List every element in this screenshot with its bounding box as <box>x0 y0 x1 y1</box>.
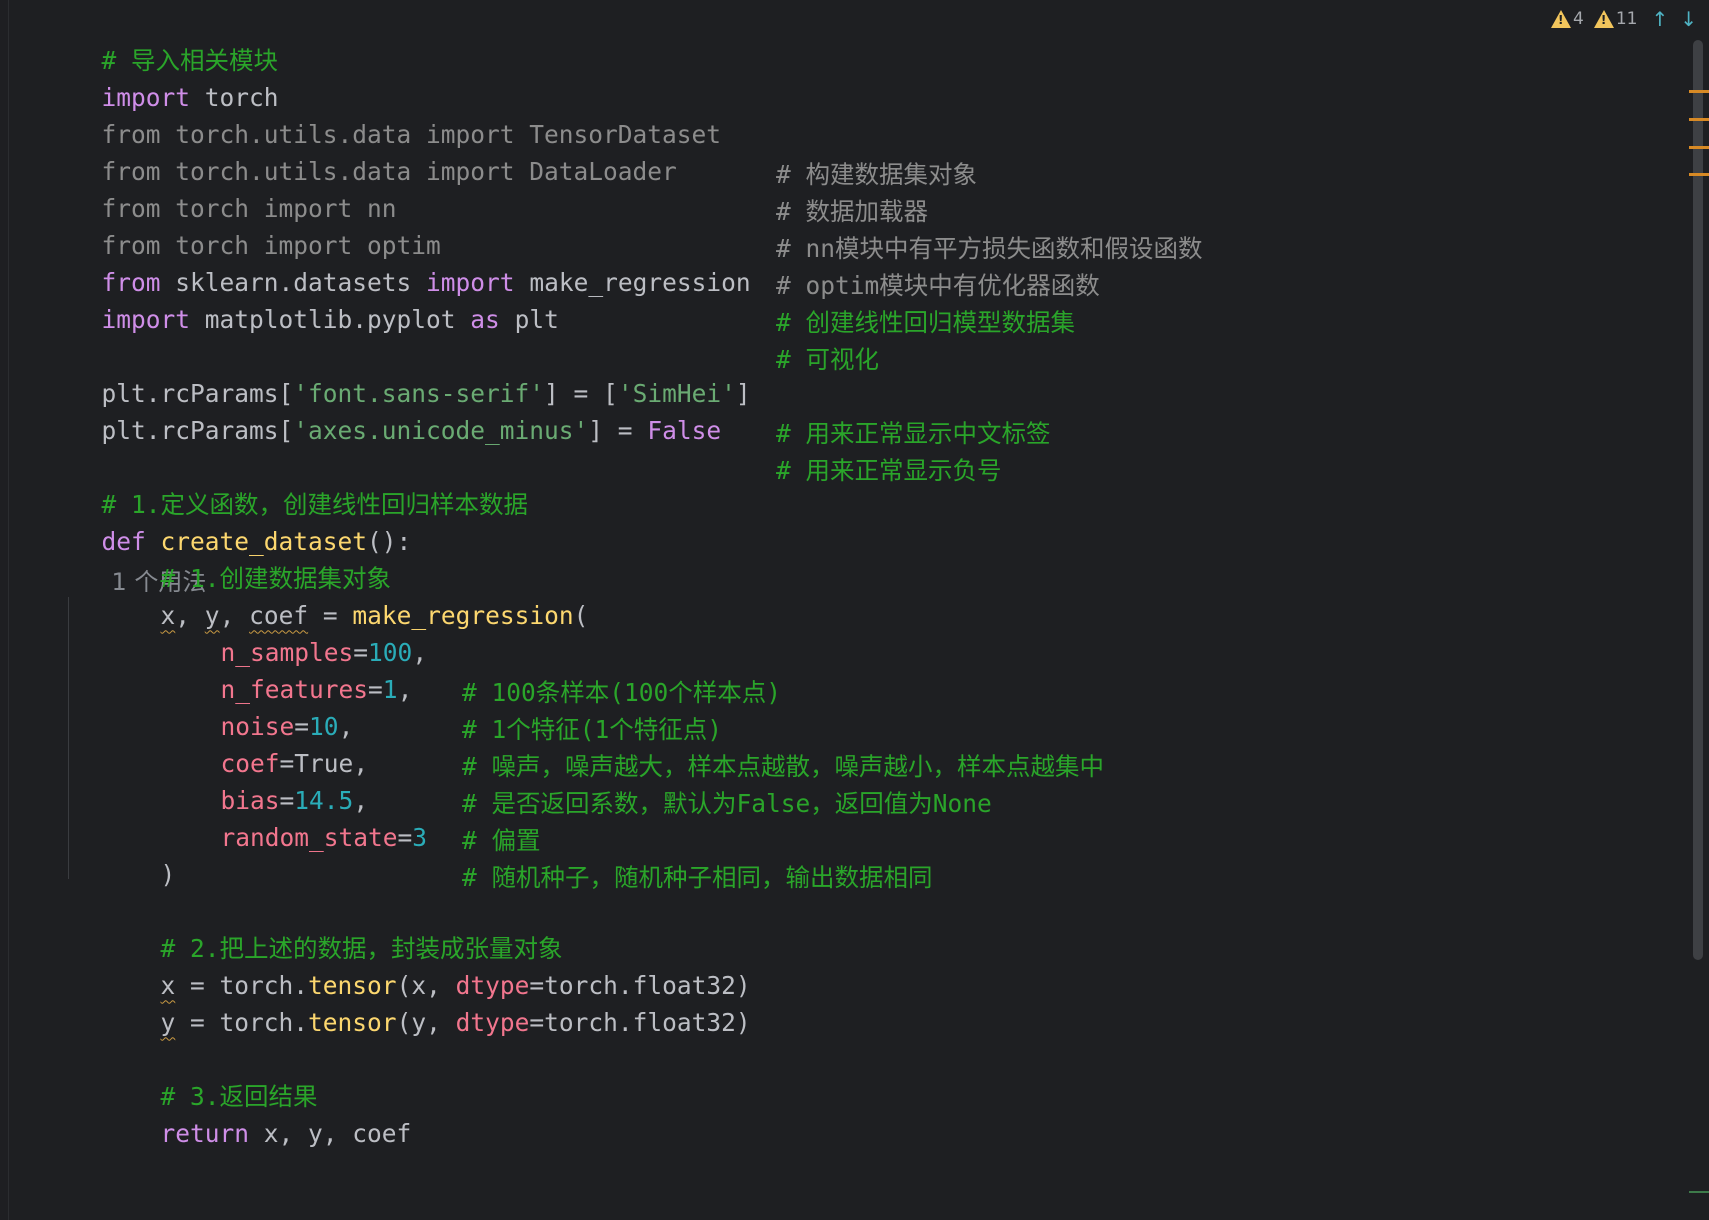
change-marker[interactable] <box>1689 1191 1709 1193</box>
code-text: = <box>397 822 413 852</box>
scrollbar-thumb[interactable] <box>1693 40 1703 960</box>
comment: # 是否返回系数，默认为False，返回值为None <box>462 789 992 818</box>
code-text: , <box>412 637 428 667</box>
code-line: return x, y, coef <box>72 1073 412 1148</box>
code-text: x, y, coef <box>249 1118 412 1148</box>
warning-marker[interactable] <box>1689 90 1709 93</box>
code-line: from torch.utils.data import DataLoader … <box>13 111 928 227</box>
arrow-up-icon[interactable]: ↑ <box>1647 7 1672 31</box>
code-text: plt.rcParams[ <box>101 415 294 445</box>
code-line: n_features=1, # 1个特征(1个特征点) <box>132 629 723 745</box>
code-text: = <box>368 674 383 704</box>
indent-guide <box>68 597 69 879</box>
keyword: as <box>470 304 500 334</box>
code-line: # 1.创建数据集对象 <box>72 518 392 593</box>
code-line: # 2.把上述的数据，封装成张量对象 <box>72 888 563 963</box>
comment: # 可视化 <box>776 345 880 374</box>
comment: # 创建线性回归模型数据集 <box>776 308 1075 337</box>
number-literal: 1 <box>382 674 398 704</box>
number-literal: 3 <box>412 822 428 852</box>
warning-marker[interactable] <box>1689 173 1709 176</box>
parameter: dtype <box>455 1007 530 1037</box>
comment: # 100条样本(100个样本点) <box>462 678 782 707</box>
comment: # 用来正常显示负号 <box>776 456 1002 485</box>
parameter: random_state <box>220 822 398 852</box>
comment: # 噪声，噪声越大，样本点越散，噪声越小，样本点越集中 <box>462 752 1104 781</box>
code-text: plt <box>499 304 559 334</box>
vertical-scrollbar[interactable] <box>1687 0 1709 1220</box>
comment: # nn模块中有平方损失函数和假设函数 <box>776 234 1203 263</box>
comment: # 数据加载器 <box>776 197 928 226</box>
keyword: return <box>160 1118 250 1148</box>
code-line: y = torch.tensor(y, dtype=torch.float32) <box>72 962 751 1037</box>
editor-gutter <box>0 0 9 1220</box>
code-text: ] <box>735 378 751 408</box>
code-text: matplotlib.pyplot <box>190 304 471 334</box>
code-line: ) <box>72 814 176 889</box>
code-line: def create_dataset(): 1 个用法 <box>13 481 412 597</box>
code-line: from torch import optim # optim模块中有优化器函数 <box>13 185 1100 301</box>
code-line: random_state=3 # 随机种子，随机种子相同，输出数据相同 <box>132 777 933 893</box>
code-line: from torch import nn # nn模块中有平方损失函数和假设函数 <box>13 148 1203 264</box>
code-line: import matplotlib.pyplot as plt # 可视化 <box>13 259 880 375</box>
warning-marker[interactable] <box>1689 146 1709 149</box>
warning-icon <box>1551 10 1571 28</box>
string-literal: 'axes.unicode_minus' <box>293 415 589 445</box>
code-line: x = torch.tensor(x, dtype=torch.float32) <box>72 925 751 1000</box>
keyword: import <box>101 304 191 334</box>
weak-warnings-count: 4 <box>1573 9 1584 29</box>
code-line: from torch.utils.data import TensorDatas… <box>13 74 977 190</box>
keyword: False <box>647 415 722 445</box>
code-line: plt.rcParams['axes.unicode_minus'] = Fal… <box>13 370 1002 486</box>
comment: # 偏置 <box>462 826 541 855</box>
warning-marker[interactable] <box>1689 118 1709 121</box>
warnings-indicator[interactable]: 11 <box>1593 9 1638 29</box>
code-area[interactable]: # 导入相关模块 import torch from torch.utils.d… <box>13 0 1663 1220</box>
code-line: plt.rcParams['font.sans-serif'] = ['SimH… <box>13 333 1051 449</box>
code-text: (y, <box>396 1007 456 1037</box>
inspection-widget[interactable]: 4 11 ↑ ↓ <box>1551 4 1701 34</box>
code-text: ) <box>160 859 176 889</box>
code-line: # 1.定义函数，创建线性回归样本数据 <box>13 444 529 519</box>
variable: y <box>160 1007 176 1037</box>
code-line: import torch <box>13 37 279 112</box>
code-line: # 导入相关模块 <box>13 0 279 75</box>
code-line: x, y, coef = make_regression( <box>72 555 589 630</box>
warning-icon <box>1593 10 1614 28</box>
comment: # 1个特征(1个特征点) <box>462 715 723 744</box>
code-text: =torch.float32) <box>529 1007 751 1037</box>
code-text: ( <box>573 600 589 630</box>
warnings-count: 11 <box>1615 9 1638 29</box>
code-line: # 3.返回结果 <box>72 1036 318 1111</box>
code-line: n_samples=100, # 100条样本(100个样本点) <box>132 592 782 708</box>
code-line: coef=True, # 是否返回系数，默认为False，返回值为None <box>132 703 992 819</box>
code-editor[interactable]: # 导入相关模块 import torch from torch.utils.d… <box>0 0 1709 1220</box>
code-text: , <box>397 674 413 704</box>
comment: # optim模块中有优化器函数 <box>776 271 1100 300</box>
weak-warnings-indicator[interactable]: 4 <box>1551 9 1584 29</box>
code-text: = torch. <box>175 1007 309 1037</box>
comment: # 用来正常显示中文标签 <box>776 419 1051 448</box>
code-text: ] = <box>588 415 648 445</box>
code-line: noise=10, # 噪声，噪声越大，样本点越散，噪声越小，样本点越集中 <box>132 666 1104 782</box>
code-line: from sklearn.datasets import make_regres… <box>13 222 1075 338</box>
code-line: bias=14.5, # 偏置 <box>132 740 541 856</box>
function-call[interactable]: tensor <box>308 1008 397 1037</box>
comment: # 构建数据集对象 <box>776 160 977 189</box>
